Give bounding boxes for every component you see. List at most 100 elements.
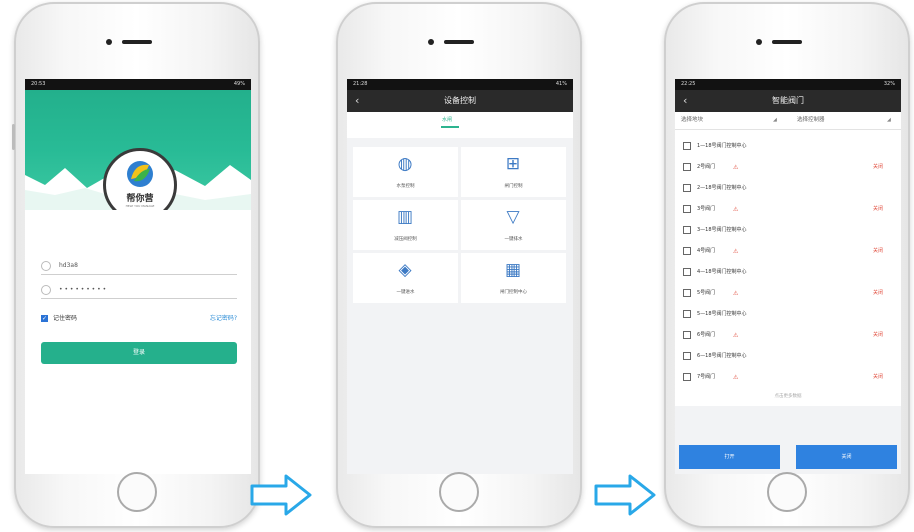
- speaker: [122, 40, 152, 44]
- tab-indicator: [441, 126, 459, 128]
- tile-control-center[interactable]: ▦ 闸门控制中心: [461, 253, 566, 303]
- valve-checkbox[interactable]: [683, 331, 691, 339]
- back-icon[interactable]: ‹: [355, 90, 359, 112]
- group-checkbox[interactable]: [683, 352, 691, 360]
- valve-row[interactable]: 5号阀门 ⚠ 关闭: [675, 283, 901, 304]
- home-button[interactable]: [439, 472, 479, 512]
- status-battery: 49%: [233, 81, 245, 87]
- tile-label: 减压阀控制: [394, 237, 417, 242]
- page-title: 设备控制: [444, 96, 476, 105]
- leaf-icon: [127, 161, 153, 187]
- group-checkbox[interactable]: [683, 226, 691, 234]
- brand-name: 帮你营: [126, 194, 154, 204]
- tab-bar: 水闸: [347, 112, 573, 138]
- filter-bar: 选择地块 ◢ 选择控制器 ◢: [675, 112, 901, 130]
- valve-name: 6号阀门: [697, 332, 716, 338]
- status-battery: 41%: [555, 81, 567, 87]
- valve-checkbox[interactable]: [683, 205, 691, 213]
- tile-drain[interactable]: ▽ 一键排水: [461, 200, 566, 250]
- globe-icon: ◍: [397, 154, 413, 174]
- tile-label: 闸门控制中心: [500, 290, 527, 295]
- speaker: [772, 40, 802, 44]
- warning-icon: ⚠: [733, 290, 739, 297]
- remember-checkbox[interactable]: ✓: [41, 315, 48, 322]
- status-bar: 22:25 32%: [675, 79, 901, 90]
- valve-checkbox[interactable]: [683, 247, 691, 255]
- valve-status: 关闭: [872, 164, 883, 170]
- group-row[interactable]: 1—18号阀门控制中心: [675, 136, 901, 157]
- group-name: 1—18号阀门控制中心: [697, 143, 747, 149]
- valve-checkbox[interactable]: [683, 163, 691, 171]
- close-button[interactable]: 关闭: [796, 445, 897, 469]
- home-button[interactable]: [117, 472, 157, 512]
- tile-pump-control[interactable]: ◍ 水泵控制: [353, 147, 458, 197]
- username-field[interactable]: hd3a8: [41, 258, 237, 275]
- group-row[interactable]: 3—18号阀门控制中心: [675, 220, 901, 241]
- warning-icon: ⚠: [733, 248, 739, 255]
- group-checkbox[interactable]: [683, 310, 691, 318]
- login-button[interactable]: 登录: [41, 342, 237, 364]
- valve-checkbox[interactable]: [683, 289, 691, 297]
- group-row[interactable]: 4—18号阀门控制中心: [675, 262, 901, 283]
- device-control-screen: 21:28 41% ‹ 设备控制 水闸 ◍ 水泵控制 ⊞ 闸门控制 ▥ 减压阀控…: [347, 79, 573, 474]
- nav-bar: ‹ 智能阀门: [675, 90, 901, 112]
- valve-name: 3号阀门: [697, 206, 716, 212]
- home-button[interactable]: [767, 472, 807, 512]
- group-name: 2—18号阀门控制中心: [697, 185, 747, 191]
- controller-select[interactable]: 选择控制器: [797, 112, 825, 129]
- tile-valve-control[interactable]: ▥ 减压阀控制: [353, 200, 458, 250]
- status-bar: 21:28 41%: [347, 79, 573, 90]
- load-more-link[interactable]: 点击更多数据: [675, 388, 901, 406]
- nav-bar: ‹ 设备控制: [347, 90, 573, 112]
- valve-checkbox[interactable]: [683, 373, 691, 381]
- lock-icon: [41, 284, 51, 295]
- warning-icon: ⚠: [733, 164, 739, 171]
- forgot-password-link[interactable]: 忘记密码?: [210, 314, 237, 324]
- open-button[interactable]: 打开: [679, 445, 780, 469]
- group-checkbox[interactable]: [683, 142, 691, 150]
- valve-status: 关闭: [872, 332, 883, 338]
- tile-label: 水泵控制: [396, 184, 415, 189]
- tile-label: 一键排水: [504, 237, 523, 242]
- phone-frame-3: 22:25 32% ‹ 智能阀门 选择地块 ◢ 选择控制器 ◢ 1—18号阀门控…: [664, 2, 910, 528]
- username-value: hd3a8: [59, 262, 78, 269]
- group-name: 3—18号阀门控制中心: [697, 227, 747, 233]
- area-dropdown-icon: ◢: [773, 117, 777, 123]
- group-name: 4—18号阀门控制中心: [697, 269, 747, 275]
- valve-name: 4号阀门: [697, 248, 716, 254]
- group-checkbox[interactable]: [683, 268, 691, 276]
- login-form: hd3a8 • • • • • • • • • ✓ 记住密码 忘记密码? 登录: [25, 210, 251, 474]
- valve-row[interactable]: 6号阀门 ⚠ 关闭: [675, 325, 901, 346]
- group-row[interactable]: 5—18号阀门控制中心: [675, 304, 901, 325]
- group-row[interactable]: 2—18号阀门控制中心: [675, 178, 901, 199]
- valve-row[interactable]: 7号阀门 ⚠ 关闭: [675, 367, 901, 388]
- valve-status: 关闭: [872, 290, 883, 296]
- tile-gate-control[interactable]: ⊞ 闸门控制: [461, 147, 566, 197]
- group-checkbox[interactable]: [683, 184, 691, 192]
- gate-icon: ⊞: [505, 154, 521, 174]
- valve-list: 1—18号阀门控制中心 2号阀门 ⚠ 关闭 2—18号阀门控制中心 3号阀门 ⚠ 关闭 …: [675, 130, 901, 406]
- phone-frame-1: 20:53 49% 帮你营 HELP YOU MANAGE hd3a8 • • …: [12, 2, 260, 528]
- device-grid: ◍ 水泵控制 ⊞ 闸门控制 ▥ 减压阀控制 ▽ 一键排水 ◈ 一键进水 ▦ 闸门…: [353, 147, 566, 303]
- volume-button: [12, 124, 15, 150]
- arrow-right-icon: [250, 474, 312, 516]
- camera: [428, 39, 434, 45]
- password-field[interactable]: • • • • • • • • •: [41, 282, 237, 299]
- back-icon[interactable]: ‹: [683, 90, 687, 112]
- valve-name: 2号阀门: [697, 164, 716, 170]
- tab-sluice[interactable]: 水闸: [442, 116, 452, 123]
- remember-label: 记住密码: [53, 315, 78, 322]
- valve-row[interactable]: 4号阀门 ⚠ 关闭: [675, 241, 901, 262]
- valve-row[interactable]: 3号阀门 ⚠ 关闭: [675, 199, 901, 220]
- area-select[interactable]: 选择地块: [681, 112, 703, 129]
- valve-name: 5号阀门: [697, 290, 716, 296]
- valve-row[interactable]: 2号阀门 ⚠ 关闭: [675, 157, 901, 178]
- tile-intake[interactable]: ◈ 一键进水: [353, 253, 458, 303]
- login-header: 帮你营 HELP YOU MANAGE: [25, 90, 251, 210]
- group-row[interactable]: 6—18号阀门控制中心: [675, 346, 901, 367]
- valve-name: 7号阀门: [697, 374, 716, 380]
- status-time: 21:28: [353, 81, 368, 87]
- status-bar: 20:53 49%: [25, 79, 251, 90]
- tile-label: 闸门控制: [504, 184, 523, 189]
- user-icon: [41, 260, 51, 271]
